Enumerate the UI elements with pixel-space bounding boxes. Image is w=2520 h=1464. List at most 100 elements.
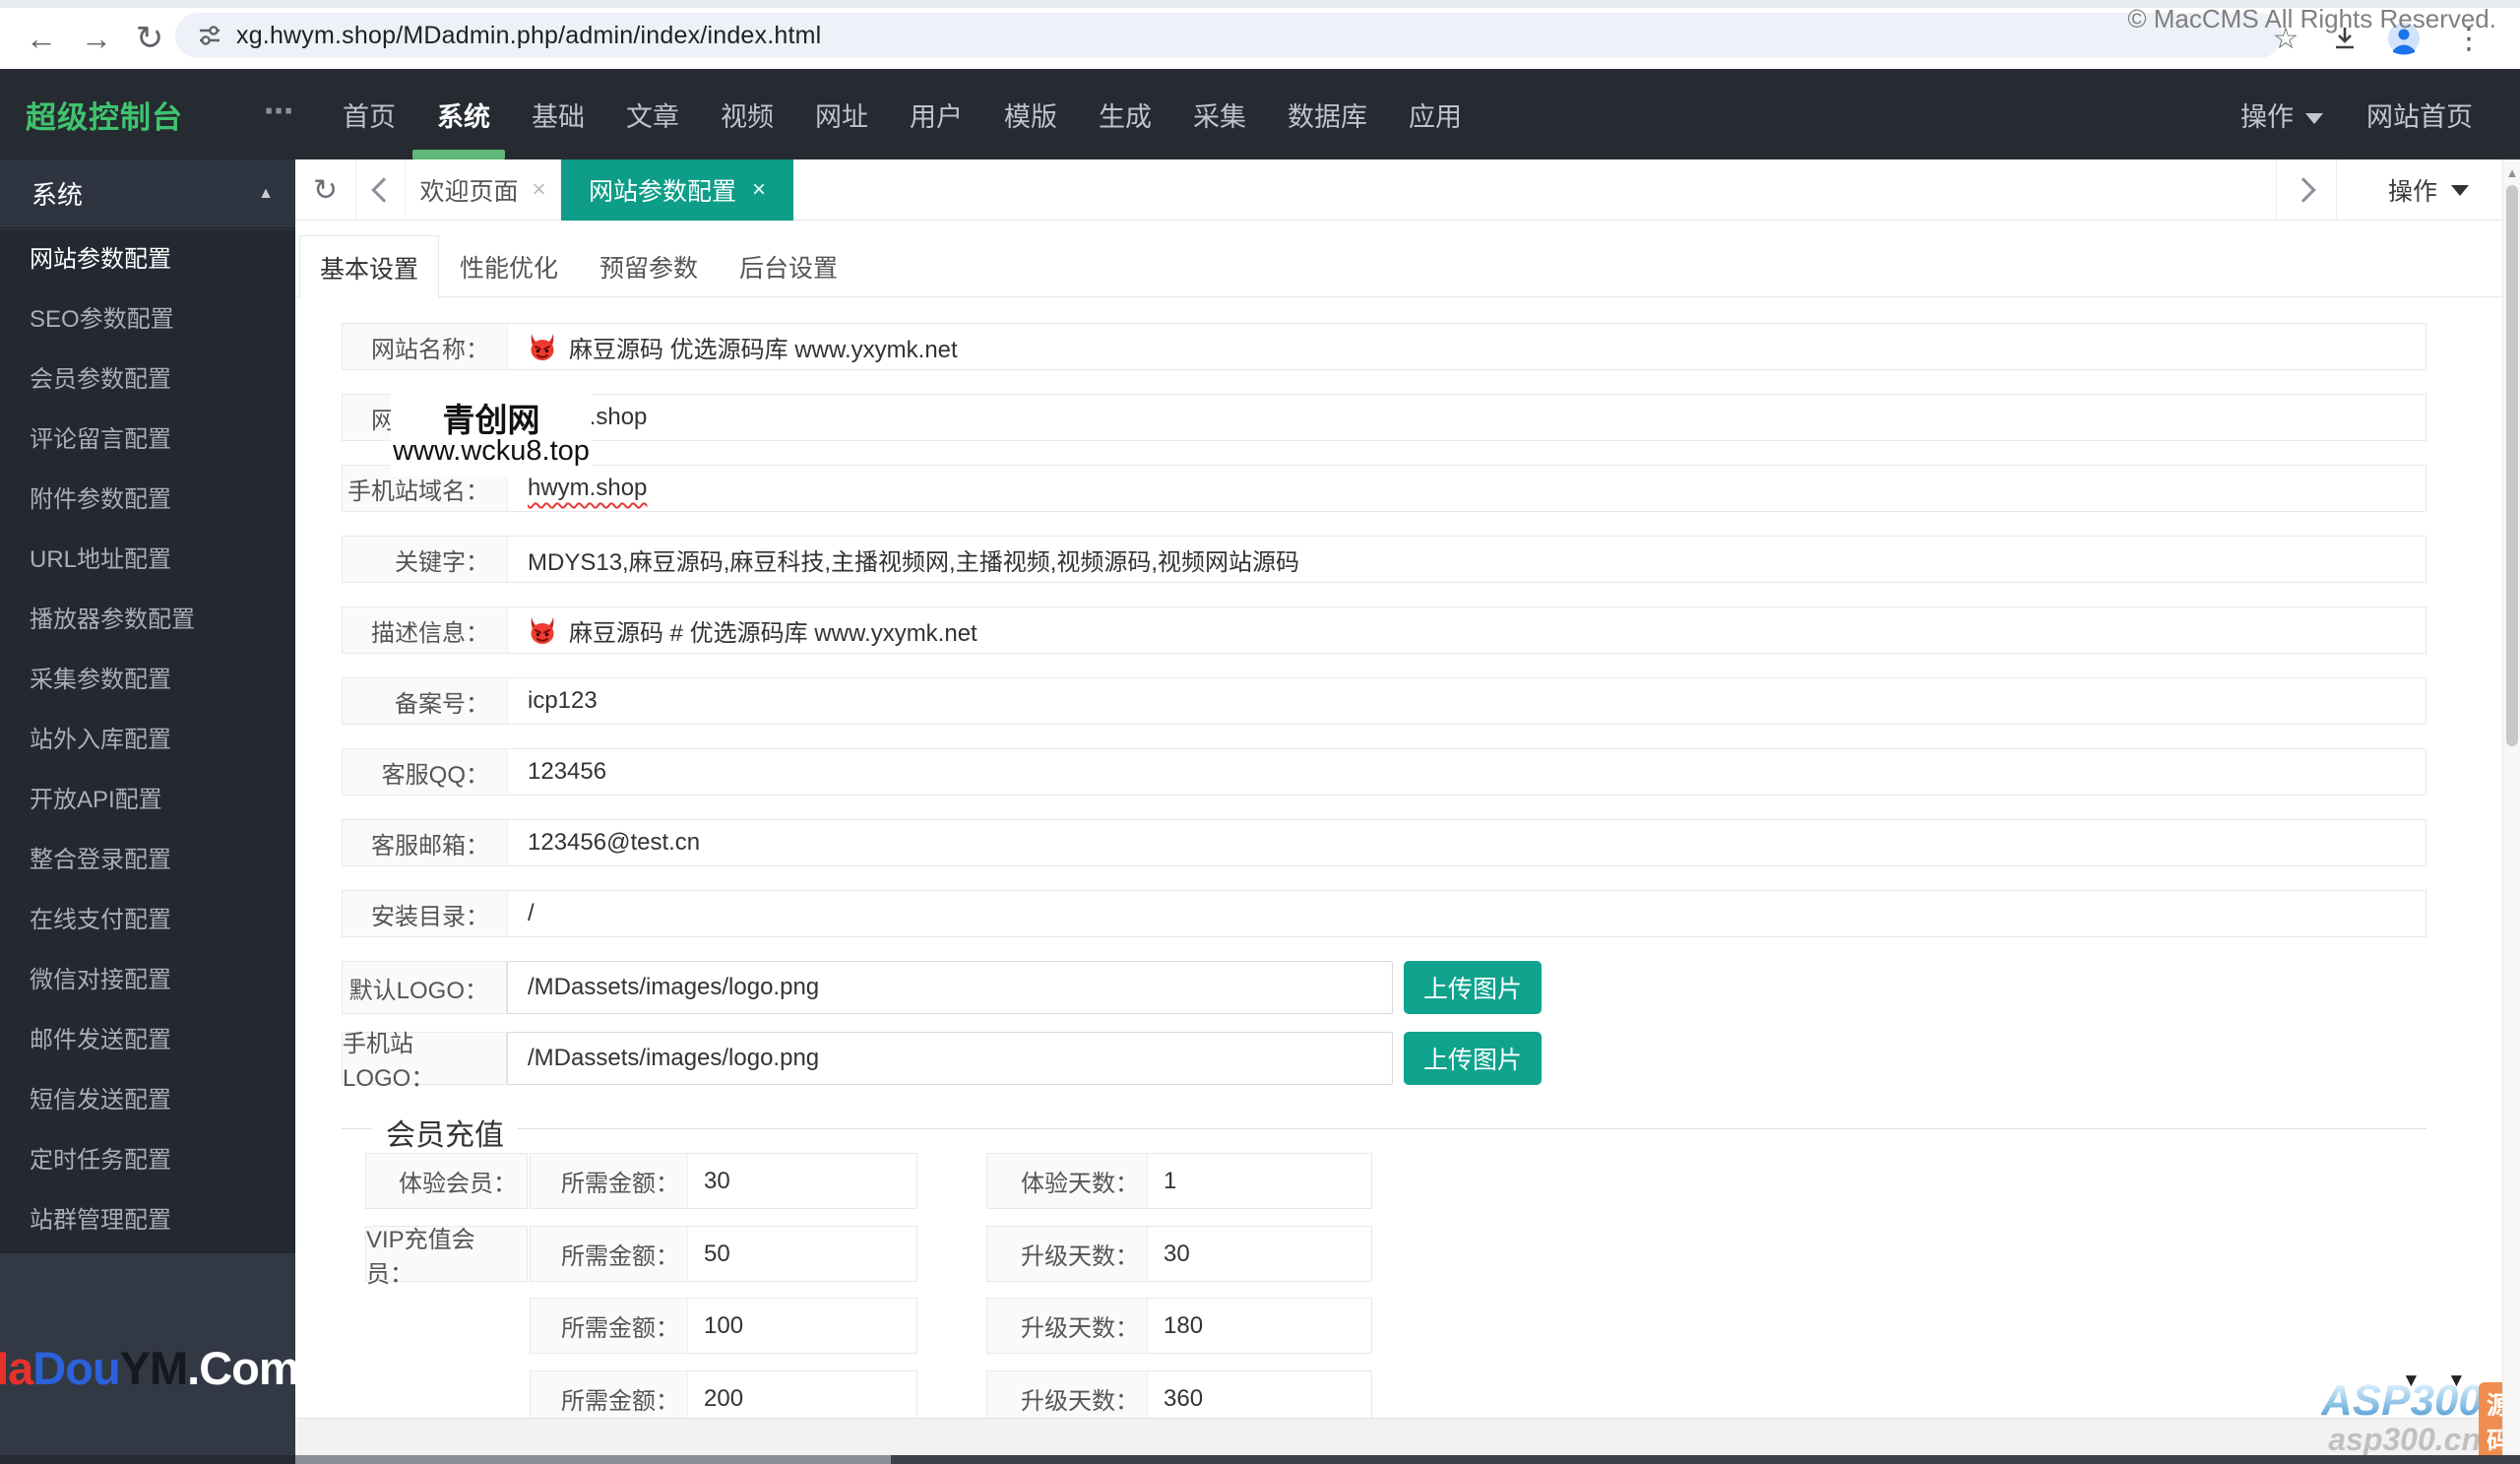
watermark-triangle-icon: ▼: [2447, 1370, 2466, 1391]
sidebar-item-seo-params[interactable]: SEO参数配置: [0, 289, 295, 350]
nav-more-icon[interactable]: ⋯: [264, 69, 293, 154]
subtab-performance[interactable]: 性能优化: [439, 235, 579, 297]
nav-item-generate[interactable]: 生成: [1099, 95, 1152, 134]
sidebar-item-email-send[interactable]: 邮件发送配置: [0, 1010, 295, 1070]
sidebar-item-wechat[interactable]: 微信对接配置: [0, 950, 295, 1010]
site-name-input[interactable]: 麻豆源码 优选源码库 www.yxymk.net: [508, 324, 2426, 369]
tabs-scroll-right-icon[interactable]: [2276, 159, 2337, 221]
subtab-reserved-params[interactable]: 预留参数: [579, 235, 719, 297]
upload-image-button[interactable]: 上传图片: [1404, 1032, 1542, 1085]
icp-input[interactable]: icp123: [508, 678, 2426, 724]
browser-refresh-icon[interactable]: ↻: [128, 8, 171, 69]
description-input[interactable]: 麻豆源码 # 优选源码库 www.yxymk.net: [508, 607, 2426, 653]
collapse-arrow-icon[interactable]: ▲: [258, 185, 274, 203]
qingchuangwang-watermark: 青创网 www.wcku8.top: [391, 392, 592, 477]
keywords-input[interactable]: MDYS13,麻豆源码,麻豆科技,主播视频网,主播视频,视频源码,视频网站源码: [508, 537, 2426, 582]
amount-input[interactable]: 30: [688, 1154, 916, 1208]
tab-refresh-icon[interactable]: ↻: [295, 159, 356, 221]
horizontal-scrollbar-thumb[interactable]: [295, 1455, 891, 1464]
app-logo: 超级控制台: [26, 99, 183, 135]
install-dir-input[interactable]: /: [508, 891, 2426, 936]
sidebar-section-header[interactable]: 系统 ▲: [0, 159, 295, 228]
watermark-triangle-icon: ▼: [2402, 1370, 2421, 1391]
active-nav-underline: [412, 150, 505, 159]
sidebar-item-online-pay[interactable]: 在线支付配置: [0, 890, 295, 950]
sidebar-item-url-config[interactable]: URL地址配置: [0, 530, 295, 590]
mobile-logo-input[interactable]: /MDassets/images/logo.png: [507, 1032, 1393, 1085]
days-input[interactable]: 180: [1148, 1299, 1371, 1353]
vertical-scrollbar[interactable]: ▲: [2502, 159, 2520, 1455]
nav-item-database[interactable]: 数据库: [1288, 95, 1367, 134]
default-logo-value: /MDassets/images/logo.png: [528, 974, 820, 1000]
nav-item-video[interactable]: 视频: [721, 95, 774, 134]
amount-input[interactable]: 50: [688, 1227, 916, 1281]
service-email-input[interactable]: 123456@test.cn: [508, 820, 2426, 865]
mobile-domain-input[interactable]: hwym.shop: [508, 466, 2426, 511]
sidebar-item-open-api[interactable]: 开放API配置: [0, 770, 295, 830]
install-dir-value: /: [528, 900, 535, 926]
sidebar-menu: 网站参数配置 SEO参数配置 会员参数配置 评论留言配置 附件参数配置 URL地…: [0, 229, 295, 1253]
nav-site-home-link[interactable]: 网站首页: [2366, 95, 2473, 134]
sidebar-item-site-group[interactable]: 站群管理配置: [0, 1190, 295, 1250]
form-row-site-name: 网站名称： 麻豆源码 优选源码库 www.yxymk.net: [342, 323, 2426, 370]
field-label: 客服QQ：: [343, 749, 508, 795]
sidebar-section-title: 系统: [32, 180, 84, 210]
sidebar: 系统 ▲ 网站参数配置 SEO参数配置 会员参数配置 评论留言配置 附件参数配置…: [0, 159, 300, 1464]
sidebar-item-sms-send[interactable]: 短信发送配置: [0, 1070, 295, 1130]
nav-item-template[interactable]: 模版: [1004, 95, 1057, 134]
amount-input[interactable]: 100: [688, 1299, 916, 1353]
sidebar-item-collect-params[interactable]: 采集参数配置: [0, 650, 295, 710]
mobile-domain-value: hwym.shop: [528, 475, 648, 501]
address-bar[interactable]: xg.hwym.shop/MDadmin.php/admin/index/ind…: [175, 13, 2282, 58]
field-label: 默认LOGO：: [342, 961, 507, 1014]
subtab-basic-settings[interactable]: 基本设置: [299, 235, 439, 298]
browser-forward-icon[interactable]: →: [75, 8, 118, 69]
field-label: 客服邮箱：: [343, 820, 508, 865]
site-controls-icon[interactable]: [197, 23, 222, 53]
scroll-up-icon[interactable]: ▲: [2503, 165, 2520, 180]
settings-subtabs: 基本设置 性能优化 预留参数 后台设置: [295, 221, 2520, 298]
nav-item-user[interactable]: 用户: [910, 95, 963, 134]
nav-item-article[interactable]: 文章: [626, 95, 679, 134]
nav-item-collect[interactable]: 采集: [1193, 95, 1246, 134]
field-label: 手机站LOGO：: [342, 1031, 507, 1092]
nav-item-home[interactable]: 首页: [343, 95, 396, 134]
sidebar-item-external-storage[interactable]: 站外入库配置: [0, 710, 295, 770]
tabs-scroll-left-icon[interactable]: [356, 159, 406, 221]
member-days-field: 升级天数： 30: [986, 1226, 1372, 1282]
upload-image-button[interactable]: 上传图片: [1404, 961, 1542, 1014]
mobile-logo-value: /MDassets/images/logo.png: [528, 1045, 820, 1071]
default-logo-input[interactable]: /MDassets/images/logo.png: [507, 961, 1393, 1014]
member-amount-field: 所需金额： 100: [530, 1298, 917, 1354]
nav-action-dropdown[interactable]: 操作: [2240, 95, 2323, 134]
service-qq-input[interactable]: 123456: [508, 749, 2426, 795]
subtab-backend-settings[interactable]: 后台设置: [719, 235, 858, 297]
horizontal-scrollbar-track[interactable]: [891, 1455, 2520, 1464]
sidebar-item-member-params[interactable]: 会员参数配置: [0, 350, 295, 410]
sidebar-item-oauth-login[interactable]: 整合登录配置: [0, 830, 295, 890]
scrollbar-thumb[interactable]: [2506, 185, 2518, 746]
sidebar-item-comment-config[interactable]: 评论留言配置: [0, 410, 295, 470]
nav-item-app[interactable]: 应用: [1409, 95, 1462, 134]
days-input[interactable]: 1: [1148, 1154, 1371, 1208]
sidebar-item-site-params[interactable]: 网站参数配置: [0, 229, 295, 289]
days-input[interactable]: 30: [1148, 1227, 1371, 1281]
browser-back-icon[interactable]: ←: [20, 8, 63, 69]
nav-item-system[interactable]: 系统: [437, 95, 490, 134]
caret-down-icon: [2451, 184, 2469, 196]
close-icon[interactable]: ×: [752, 176, 766, 204]
tab-welcome[interactable]: 欢迎页面 ×: [406, 159, 561, 221]
tab-site-params[interactable]: 网站参数配置 ×: [561, 159, 793, 221]
url-text[interactable]: xg.hwym.shop/MDadmin.php/admin/index/ind…: [236, 22, 821, 50]
nav-item-basic[interactable]: 基础: [532, 95, 585, 134]
sidebar-item-player-params[interactable]: 播放器参数配置: [0, 590, 295, 650]
site-domain-input[interactable]: hwym.shop: [508, 395, 2426, 440]
sidebar-item-cron-task[interactable]: 定时任务配置: [0, 1130, 295, 1190]
form-row-email: 客服邮箱： 123456@test.cn: [342, 819, 2426, 866]
sidebar-item-attachment-params[interactable]: 附件参数配置: [0, 470, 295, 530]
admin-page: ← → ↻ xg.hwym.shop/MDadmin.php/admin/ind…: [0, 0, 2520, 1464]
tab-action-dropdown[interactable]: 操作: [2337, 159, 2520, 221]
nav-item-website[interactable]: 网址: [815, 95, 868, 134]
close-icon[interactable]: ×: [533, 176, 546, 204]
tab-site-params-label: 网站参数配置: [588, 178, 736, 206]
